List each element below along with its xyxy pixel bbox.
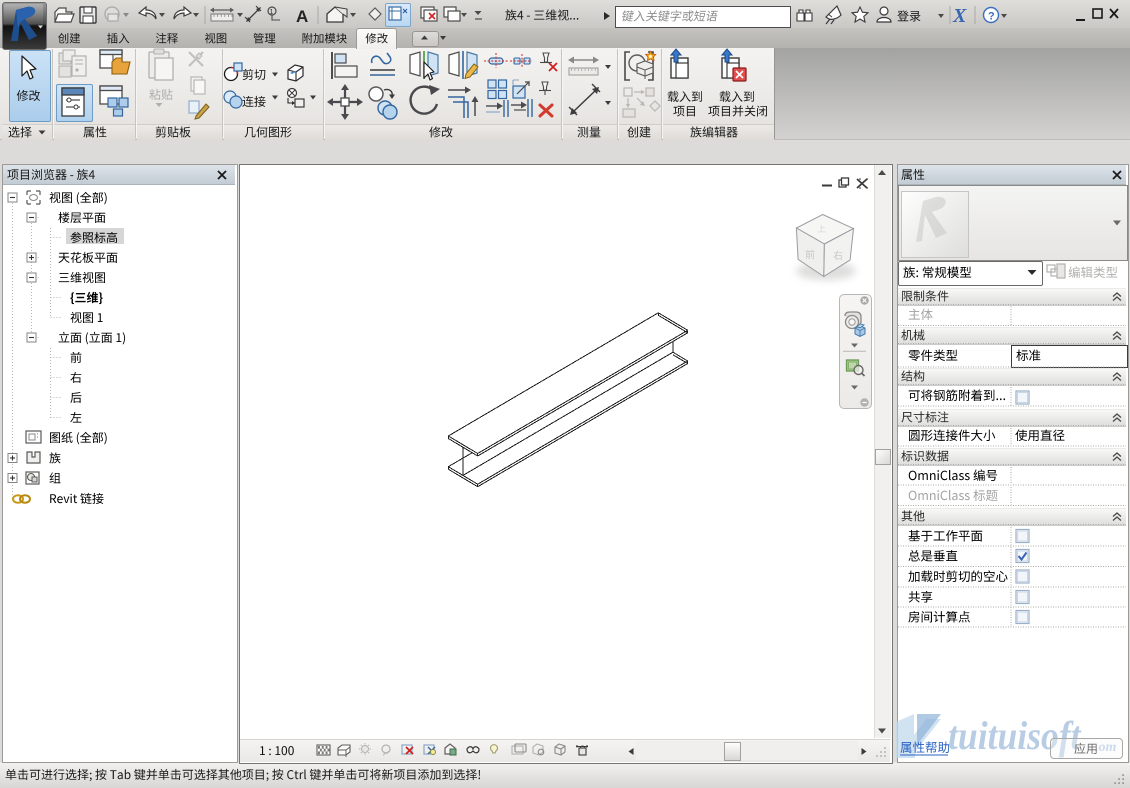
svg-text:1: 1 xyxy=(270,9,274,16)
svg-text:A: A xyxy=(296,7,308,26)
svg-text:X: X xyxy=(952,5,967,27)
svg-text:?: ? xyxy=(988,11,995,23)
